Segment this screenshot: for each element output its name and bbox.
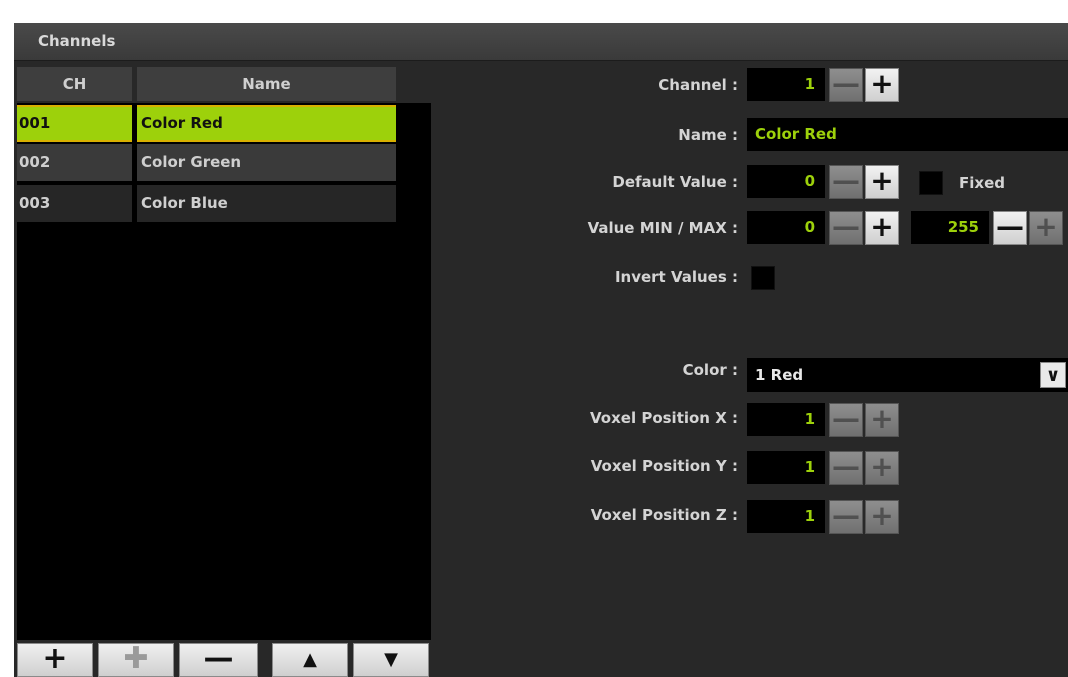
voxel-y-plus-button[interactable]: + (865, 451, 899, 485)
channel-name: Color Green (137, 144, 396, 181)
invert-checkbox[interactable] (751, 266, 775, 290)
min-value-field[interactable]: 0 (747, 211, 825, 244)
max-minus-button[interactable]: — (993, 211, 1027, 245)
minmax-label: Value MIN / MAX : (587, 219, 738, 237)
min-plus-button[interactable]: + (865, 211, 899, 245)
max-value-field[interactable]: 255 (911, 211, 989, 244)
voxel-y-minus-button[interactable]: — (829, 451, 863, 485)
chevron-down-icon[interactable]: ∨ (1040, 362, 1066, 388)
name-field[interactable]: Color Red (747, 118, 1068, 151)
channel-list[interactable]: 001 Color Red 002 Color Green 003 Color … (17, 103, 431, 640)
min-minus-button[interactable]: — (829, 211, 863, 245)
panel-header: Channels (14, 23, 1068, 61)
voxel-z-minus-button[interactable]: — (829, 500, 863, 534)
remove-channel-button[interactable]: — (179, 643, 258, 677)
max-plus-button[interactable]: + (1029, 211, 1063, 245)
channel-plus-button[interactable]: + (865, 68, 899, 102)
voxel-y-label: Voxel Position Y : (590, 457, 738, 475)
voxel-x-plus-button[interactable]: + (865, 403, 899, 437)
panel-title: Channels (38, 32, 116, 50)
move-up-button[interactable]: ▲ (272, 643, 348, 677)
fixed-label: Fixed (959, 174, 1005, 192)
invert-label: Invert Values : (614, 268, 738, 286)
channel-row[interactable]: 002 Color Green (17, 144, 397, 181)
channel-minus-button[interactable]: — (829, 68, 863, 102)
color-dropdown-value: 1 Red (755, 366, 804, 384)
channel-name: Color Blue (137, 185, 396, 222)
column-header-ch[interactable]: CH (17, 67, 132, 101)
color-label: Color : (682, 361, 738, 379)
voxel-y-field[interactable]: 1 (747, 451, 825, 484)
voxel-z-plus-button[interactable]: + (865, 500, 899, 534)
fixed-checkbox[interactable] (919, 171, 943, 195)
channel-row[interactable]: 003 Color Blue (17, 185, 397, 222)
channel-number: 003 (17, 185, 132, 222)
voxel-x-field[interactable]: 1 (747, 403, 825, 436)
name-label: Name : (678, 126, 738, 144)
default-value-field[interactable]: 0 (747, 165, 825, 198)
voxel-x-minus-button[interactable]: — (829, 403, 863, 437)
channel-name: Color Red (137, 105, 396, 142)
default-plus-button[interactable]: + (865, 165, 899, 199)
voxel-z-field[interactable]: 1 (747, 500, 825, 533)
channels-panel: Channels CH Name 001 Color Red 002 Color… (14, 23, 1068, 677)
move-down-button[interactable]: ▼ (353, 643, 429, 677)
add-channel-alt-button[interactable]: ✚ (98, 643, 174, 677)
channel-row[interactable]: 001 Color Red (17, 105, 397, 142)
column-header-name[interactable]: Name (137, 67, 396, 101)
channel-label: Channel : (658, 76, 738, 94)
default-minus-button[interactable]: — (829, 165, 863, 199)
channel-number: 001 (17, 105, 132, 142)
default-value-label: Default Value : (612, 173, 738, 191)
voxel-z-label: Voxel Position Z : (590, 506, 738, 524)
voxel-x-label: Voxel Position X : (590, 409, 738, 427)
channel-field[interactable]: 1 (747, 68, 825, 101)
channel-number: 002 (17, 144, 132, 181)
color-dropdown[interactable]: 1 Red ∨ (747, 358, 1068, 392)
add-channel-button[interactable]: + (17, 643, 93, 677)
